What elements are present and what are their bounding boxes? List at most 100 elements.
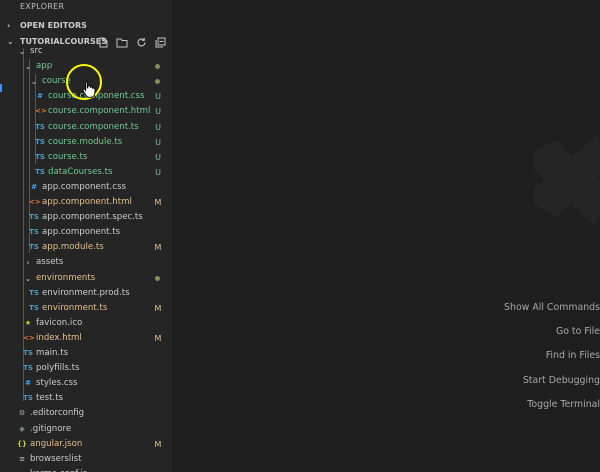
modified-dot-icon xyxy=(155,64,160,70)
file-course-module-ts[interactable]: TS course.module.ts U xyxy=(0,135,172,150)
chevron-right-icon: › xyxy=(26,258,30,268)
css-icon: # xyxy=(25,379,31,388)
git-icon: ◆ xyxy=(19,424,25,433)
typescript-icon: TS xyxy=(29,213,39,222)
file-course-ts[interactable]: TS course.ts U xyxy=(0,150,172,165)
vscode-logo-icon xyxy=(534,136,600,226)
git-status-badge: M xyxy=(154,243,162,253)
git-status-badge: M xyxy=(154,303,162,313)
file-app-component-ts[interactable]: TS app.component.ts xyxy=(0,225,172,240)
file-karma-conf-js[interactable]: ≡karma.conf.js xyxy=(0,467,172,472)
file-app-component-html[interactable]: <> app.component.html M xyxy=(0,195,172,210)
tree-item-label: angular.json xyxy=(30,438,83,449)
explorer-sidebar: EXPLORER › OPEN EDITORS ⌄ TUTORIALCOURSE… xyxy=(0,0,172,472)
file-app-module-ts[interactable]: TS app.module.ts M xyxy=(0,240,172,255)
tree-item-label: environment.prod.ts xyxy=(42,287,130,298)
typescript-icon: TS xyxy=(23,394,33,403)
typescript-icon: TS xyxy=(29,288,39,297)
tree-item-label: course.module.ts xyxy=(48,136,123,147)
tree-item-label: test.ts xyxy=(36,393,64,404)
file-course-component-html[interactable]: <> course.component.html U xyxy=(0,104,172,119)
tree-item-label: app.component.html xyxy=(42,197,132,207)
chevron-down-icon: ⌄ xyxy=(18,48,26,56)
git-status-badge: M xyxy=(154,439,162,449)
tree-item-label: environments xyxy=(36,272,96,283)
file-main-ts[interactable]: TS main.ts xyxy=(0,346,172,361)
file-editorconfig[interactable]: ⚙ .editorconfig xyxy=(0,406,172,421)
karma-icon: ≡ xyxy=(17,467,27,472)
file-environment-ts[interactable]: TS environment.ts M xyxy=(0,301,172,316)
css-icon: # xyxy=(37,92,43,101)
chevron-down-icon: ⌄ xyxy=(24,62,32,72)
folder-src[interactable]: ⌄ src xyxy=(0,48,172,59)
tree-item-label: environment.ts xyxy=(42,302,108,313)
git-status-badge: M xyxy=(154,333,162,343)
tree-item-label: app.component.css xyxy=(42,181,126,192)
file-environment-prod-ts[interactable]: TS environment.prod.ts xyxy=(0,286,172,301)
git-status-badge: U xyxy=(155,137,161,147)
typescript-icon: TS xyxy=(29,303,39,312)
tree-item-label: assets xyxy=(36,257,64,268)
folder-environments[interactable]: ⌄ environments xyxy=(0,271,172,286)
tree-item-label: dataCourses.ts xyxy=(48,166,113,177)
file-index-html[interactable]: <> index.html M xyxy=(0,331,172,346)
html-icon: <> xyxy=(29,198,41,206)
typescript-icon: TS xyxy=(35,152,45,161)
tree-item-label: main.ts xyxy=(36,348,69,358)
tree-item-label: index.html xyxy=(36,332,82,343)
chevron-down-icon: ⌄ xyxy=(24,273,32,283)
css-icon: # xyxy=(31,182,37,191)
git-status-badge: U xyxy=(155,122,161,132)
git-status-badge: U xyxy=(155,107,161,117)
file-course-component-ts[interactable]: TS course.component.ts U xyxy=(0,120,172,135)
tree-item-label: app.component.ts xyxy=(42,227,121,238)
gear-icon: ⚙ xyxy=(18,409,26,418)
active-line-marker xyxy=(0,84,2,92)
file-browserslist[interactable]: ≡ browserslist xyxy=(0,452,172,467)
file-favicon-ico[interactable]: ★ favicon.ico xyxy=(0,316,172,331)
tree-item-label: polyfills.ts xyxy=(36,363,80,374)
file-tree: ⌄ src ⌄ app ⌄ course # course.component.css U <> c… xyxy=(0,48,172,472)
file-polyfills-ts[interactable]: TS polyfills.ts xyxy=(0,361,172,376)
typescript-icon: TS xyxy=(23,349,33,357)
tree-item-label: course.ts xyxy=(48,151,88,162)
shortcut-toggle-terminal: Toggle Terminal xyxy=(527,399,600,410)
tree-item-label: app xyxy=(36,61,53,72)
file-styles-css[interactable]: # styles.css xyxy=(0,376,172,391)
tree-item-label: favicon.ico xyxy=(36,317,83,328)
git-status-badge: U xyxy=(155,92,161,102)
tree-item-label: course.component.html xyxy=(48,106,151,117)
file-gitignore[interactable]: ◆ .gitignore xyxy=(0,422,172,437)
typescript-icon: TS xyxy=(35,167,45,176)
tree-item-label: course.component.ts xyxy=(48,121,139,132)
typescript-icon: TS xyxy=(35,137,45,146)
tree-item-label: app.component.spec.ts xyxy=(42,212,143,223)
file-app-component-css[interactable]: # app.component.css xyxy=(0,180,172,195)
folder-assets[interactable]: › assets xyxy=(0,255,172,270)
html-icon: <> xyxy=(35,107,47,116)
explorer-title: EXPLORER xyxy=(20,2,65,11)
hand-pointer-icon xyxy=(82,81,96,98)
tree-item-label: .gitignore xyxy=(30,423,72,434)
favicon-star-icon: ★ xyxy=(24,318,32,327)
file-angular-json[interactable]: {} angular.json M xyxy=(0,437,172,452)
file-datacourses-ts[interactable]: TS dataCourses.ts U xyxy=(0,165,172,180)
section-open-editors[interactable]: › OPEN EDITORS xyxy=(0,18,172,34)
modified-dot-icon xyxy=(155,79,160,85)
shortcut-go-to-file: Go to File xyxy=(555,326,600,337)
shortcut-start-debugging: Start Debugging xyxy=(522,375,600,386)
git-status-badge: U xyxy=(155,152,161,162)
shortcut-show-all-commands: Show All Commands xyxy=(504,302,600,313)
typescript-icon: TS xyxy=(29,228,39,237)
git-status-badge: M xyxy=(154,198,162,207)
tree-item-label: app.module.ts xyxy=(42,242,104,253)
html-icon: <> xyxy=(23,333,35,342)
typescript-icon: TS xyxy=(35,122,45,131)
tree-item-label: src xyxy=(30,48,43,56)
chevron-right-icon: › xyxy=(7,21,11,30)
modified-dot-icon xyxy=(155,275,160,281)
section-open-editors-label: OPEN EDITORS xyxy=(20,21,87,30)
file-app-component-spec-ts[interactable]: TS app.component.spec.ts xyxy=(0,210,172,225)
file-test-ts[interactable]: TS test.ts xyxy=(0,391,172,406)
list-icon: ≡ xyxy=(19,454,25,463)
